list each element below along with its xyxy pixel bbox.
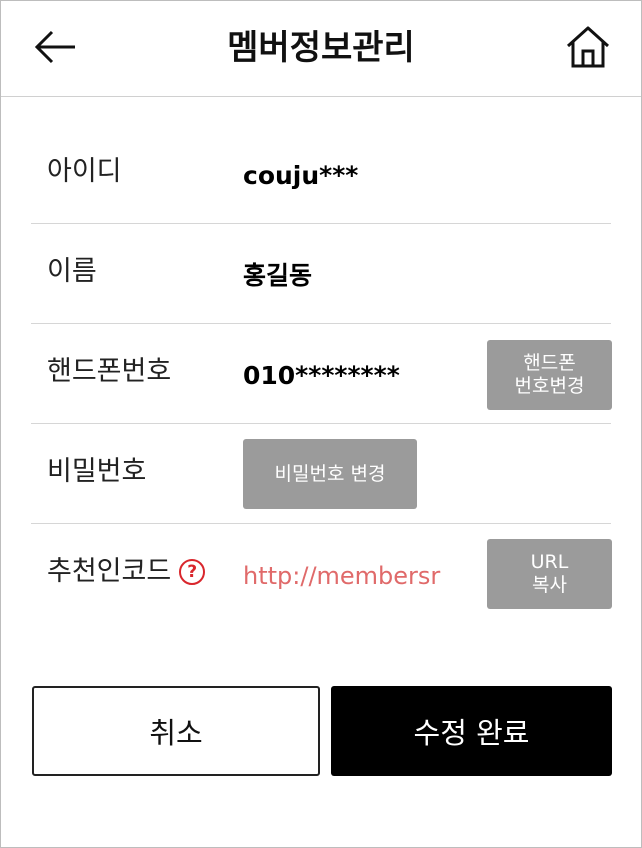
copy-url-button[interactable]: URL 복사 bbox=[487, 539, 612, 609]
id-value: couju*** bbox=[243, 161, 359, 190]
submit-button[interactable]: 수정 완료 bbox=[331, 686, 612, 776]
row-referral: 추천인코드 ? http://membersr URL 복사 bbox=[31, 524, 612, 624]
copy-url-button-line1: URL bbox=[530, 551, 569, 573]
name-label: 이름 bbox=[47, 256, 97, 287]
referral-label-group: 추천인코드 ? bbox=[47, 552, 206, 592]
referral-url[interactable]: http://membersr bbox=[243, 556, 461, 596]
page-title: 멤버정보관리 bbox=[227, 28, 415, 68]
row-name: 이름 홍길동 bbox=[31, 224, 611, 324]
change-phone-button[interactable]: 핸드폰 번호변경 bbox=[487, 340, 612, 410]
phone-value: 010******** bbox=[243, 361, 400, 390]
home-button[interactable] bbox=[561, 23, 615, 75]
password-label: 비밀번호 bbox=[47, 456, 147, 487]
referral-label: 추천인코드 bbox=[47, 556, 172, 587]
help-icon[interactable]: ? bbox=[179, 559, 206, 585]
app-frame: 멤버정보관리 아이디 couju*** 이름 홍길동 핸드폰번호 010****… bbox=[0, 0, 642, 848]
header-bar: 멤버정보관리 bbox=[1, 1, 641, 97]
change-password-button-label: 비밀번호 변경 bbox=[274, 462, 386, 485]
phone-label: 핸드폰번호 bbox=[47, 356, 172, 387]
row-id: 아이디 couju*** bbox=[31, 124, 611, 224]
change-phone-button-line2: 번호변경 bbox=[514, 375, 585, 397]
arrow-left-icon bbox=[33, 30, 77, 68]
row-phone: 핸드폰번호 010******** 핸드폰 번호변경 bbox=[31, 324, 612, 424]
name-value: 홍길동 bbox=[243, 261, 313, 290]
change-phone-button-line1: 핸드폰 bbox=[523, 352, 576, 374]
change-password-button[interactable]: 비밀번호 변경 bbox=[243, 439, 417, 509]
id-label: 아이디 bbox=[47, 156, 122, 187]
back-button[interactable] bbox=[31, 27, 79, 71]
cancel-button[interactable]: 취소 bbox=[32, 686, 320, 776]
home-icon bbox=[564, 24, 612, 74]
row-password: 비밀번호 비밀번호 변경 bbox=[31, 424, 611, 524]
copy-url-button-line2: 복사 bbox=[532, 574, 567, 596]
